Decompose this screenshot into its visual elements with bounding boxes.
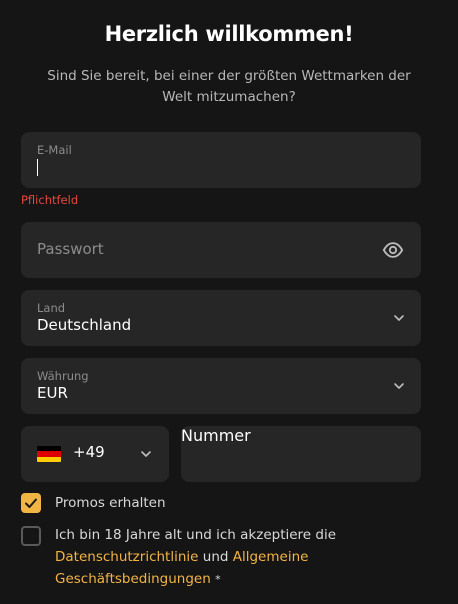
email-error-message: Pflichtfeld <box>21 193 79 207</box>
page-subtitle: Sind Sie bereit, bei einer der größten W… <box>47 68 411 105</box>
currency-value: EUR <box>37 384 68 402</box>
chevron-down-icon <box>141 451 151 457</box>
germany-flag-icon <box>37 446 61 462</box>
phone-country-code-select[interactable]: +49 <box>21 426 169 482</box>
eye-icon[interactable] <box>382 239 404 261</box>
privacy-policy-link[interactable]: Datenschutzrichtlinie <box>55 549 198 565</box>
page-title: Herzlich willkommen! <box>104 22 354 46</box>
promos-label: Promos erhalten <box>55 495 166 511</box>
required-mark: * <box>215 573 221 586</box>
email-field[interactable]: E-Mail <box>21 132 421 188</box>
phone-code-value: +49 <box>73 443 105 461</box>
password-field[interactable]: Passwort <box>21 222 421 278</box>
terms-text-1: Ich bin 18 Jahre alt und ich akzeptiere … <box>55 527 337 543</box>
terms-checkbox[interactable] <box>21 526 41 546</box>
email-label: E-Mail <box>37 143 72 157</box>
password-placeholder: Passwort <box>37 240 104 258</box>
terms-text-2: und <box>202 549 229 565</box>
checkmark-icon <box>25 498 37 508</box>
promos-checkbox[interactable] <box>21 493 41 513</box>
country-select[interactable]: Land Deutschland <box>21 290 421 346</box>
phone-number-placeholder: Nummer <box>181 426 251 445</box>
country-value: Deutschland <box>37 316 132 334</box>
terms-label: Ich bin 18 Jahre alt und ich akzeptiere … <box>55 524 375 591</box>
currency-label: Währung <box>37 369 89 383</box>
country-label: Land <box>37 301 66 315</box>
currency-select[interactable]: Währung EUR <box>21 358 421 414</box>
phone-number-input[interactable]: Nummer <box>181 426 421 482</box>
terms-link-part-2[interactable]: Geschäftsbedingungen <box>55 571 211 587</box>
chevron-down-icon <box>394 315 404 321</box>
chevron-down-icon <box>394 383 404 389</box>
terms-link-part-1[interactable]: Allgemeine <box>233 549 309 565</box>
text-caret <box>37 159 38 176</box>
